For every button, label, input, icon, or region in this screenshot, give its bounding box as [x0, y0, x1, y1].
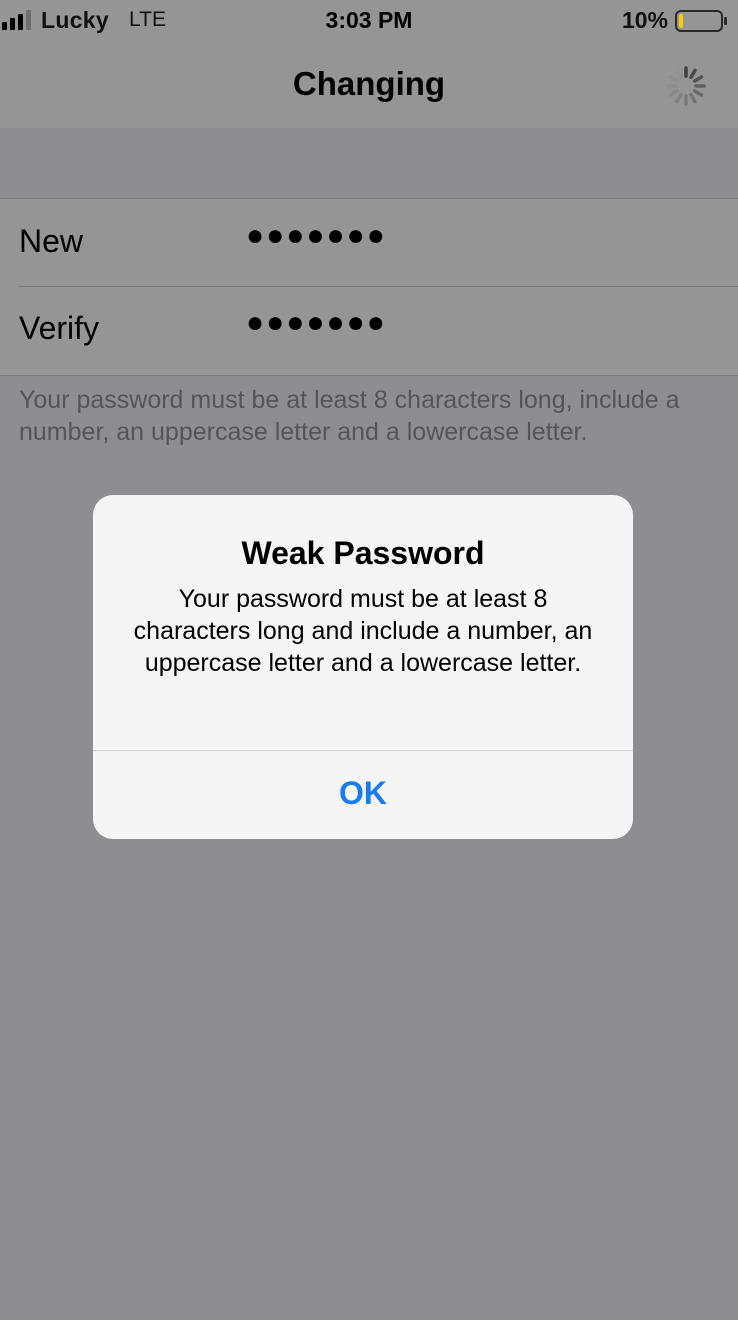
new-password-field[interactable]: ●●●●●●●	[246, 219, 387, 253]
battery-percentage: 10%	[621, 7, 668, 33]
alert-title: Weak Password	[241, 535, 485, 571]
navigation-bar: Changing	[0, 40, 738, 128]
battery-fill	[679, 14, 683, 28]
verify-password-label: Verify	[19, 310, 100, 346]
weak-password-alert: Weak Password Your password must be at l…	[93, 495, 633, 839]
battery-icon	[675, 10, 727, 32]
page-title: Changing	[292, 65, 446, 102]
ok-button[interactable]: OK	[93, 751, 633, 839]
password-form: New ●●●●●●● Verify ●●●●●●●	[0, 198, 738, 376]
new-password-label: New	[19, 223, 84, 259]
verify-password-field[interactable]: ●●●●●●●	[246, 306, 387, 340]
loading-spinner-icon	[666, 66, 706, 106]
status-bar: Lucky LTE 3:03 PM 10%	[0, 0, 738, 40]
password-requirements-note: Your password must be at least 8 charact…	[19, 386, 680, 446]
alert-message: Your password must be at least 8 charact…	[133, 585, 593, 677]
new-password-row[interactable]: New ●●●●●●●	[0, 199, 738, 286]
verify-password-row[interactable]: Verify ●●●●●●●	[0, 286, 738, 373]
